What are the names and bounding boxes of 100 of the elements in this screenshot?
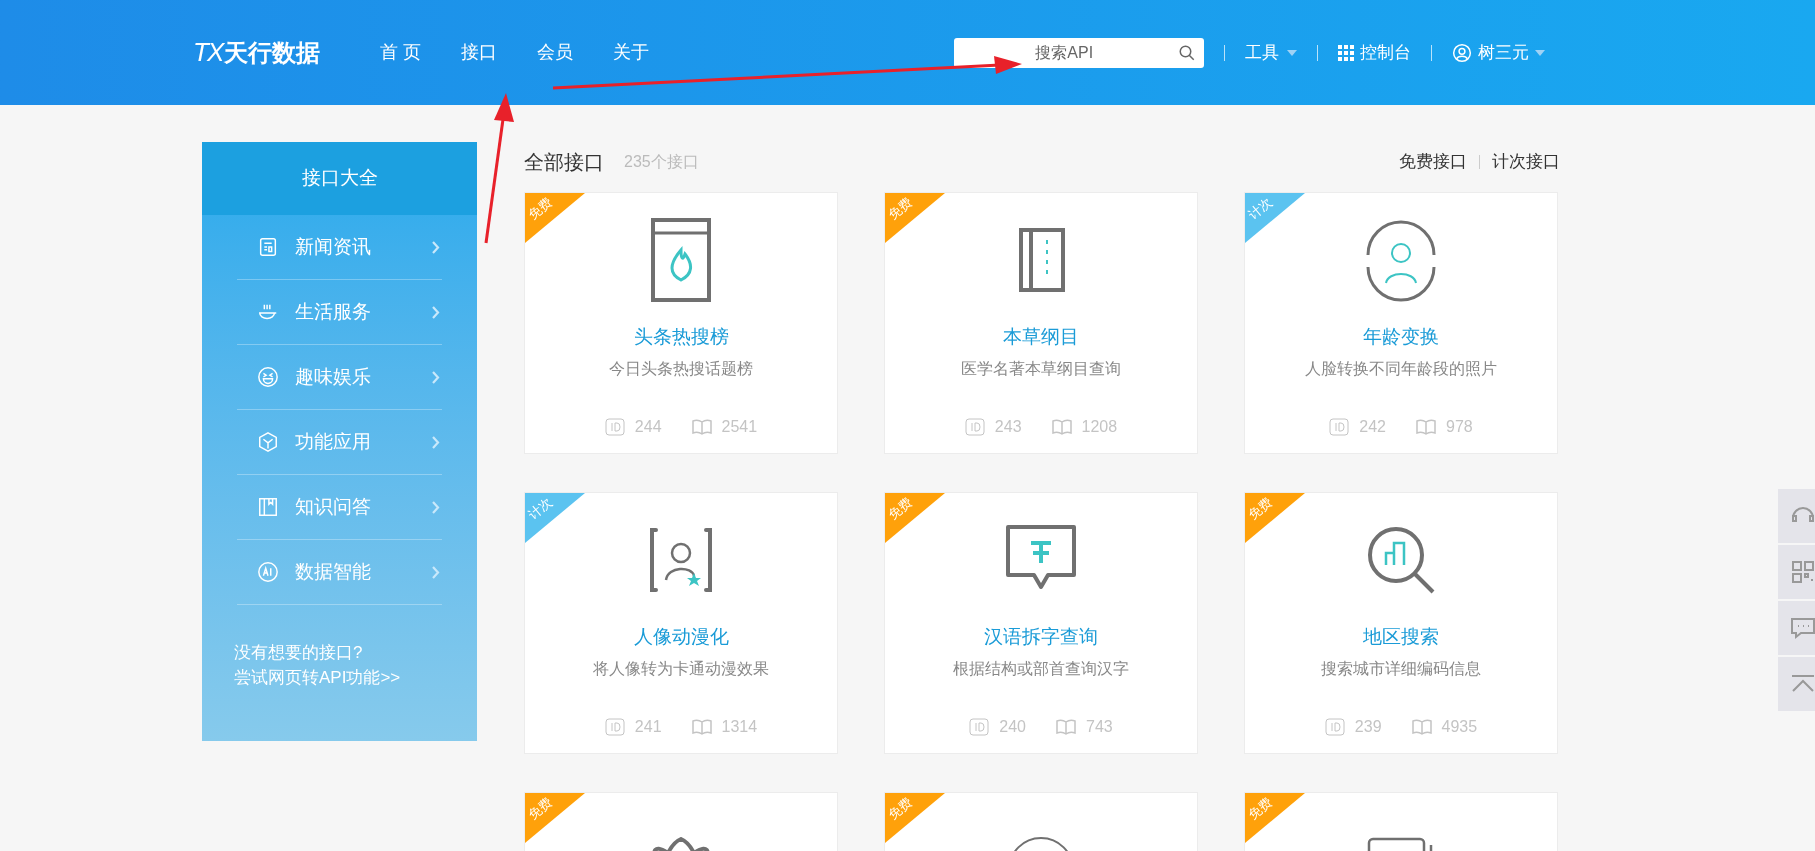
api-card[interactable]: 免费	[884, 792, 1198, 851]
api-id: 242	[1359, 417, 1386, 437]
tools-menu[interactable]: 工具	[1245, 39, 1298, 66]
open-book-icon	[691, 419, 712, 435]
chat-bubble-icon	[1789, 616, 1815, 640]
caret-icon	[1287, 49, 1298, 56]
open-book-icon	[1051, 419, 1072, 435]
view-count: 4935	[1441, 717, 1478, 737]
tag-label: 免费	[525, 795, 555, 822]
category-item[interactable]: 知识问答	[237, 475, 442, 540]
ai-icon	[257, 561, 279, 583]
api-title[interactable]: 年龄变换	[1363, 323, 1439, 352]
sidebar-hint: 没有想要的接口?	[234, 642, 364, 664]
api-description: 根据结构或部首查询汉字	[953, 658, 1129, 679]
tag-label: 免费	[885, 495, 915, 522]
laughing-face-icon	[257, 366, 279, 388]
api-card[interactable]: 免费 地区搜索 搜索城市详细编码信息 239 4935	[1244, 492, 1558, 754]
api-description: 今日头条热搜话题榜	[609, 358, 753, 379]
view-count: 2541	[721, 417, 758, 437]
api-description: 医学名著本草纲目查询	[961, 358, 1121, 379]
tag-label: 免费	[525, 195, 555, 222]
api-card[interactable]: 计次 年龄变换 人脸转换不同年龄段的照片 242 978	[1244, 192, 1558, 454]
api-id: 240	[999, 717, 1026, 737]
open-book-icon	[691, 719, 712, 735]
chat-button[interactable]	[1778, 601, 1815, 655]
nav-link[interactable]: 关于	[613, 39, 650, 66]
sidebar-title: 接口大全	[301, 166, 378, 191]
console-link[interactable]: 控制台	[1338, 39, 1412, 66]
section-title: 全部接口	[524, 150, 604, 175]
convert-link[interactable]: 尝试网页转API功能>>	[234, 665, 477, 690]
book-icon	[257, 496, 279, 518]
api-title[interactable]: 汉语拆字查询	[984, 623, 1098, 652]
api-id: 244	[634, 417, 662, 437]
category-item[interactable]: 数据智能	[237, 540, 442, 605]
logo-mark[interactable]: TX	[193, 33, 223, 72]
api-description: 搜索城市详细编码信息	[1321, 658, 1481, 679]
tag-label: 免费	[1245, 495, 1275, 522]
api-id: 243	[994, 417, 1022, 437]
nav-link[interactable]: 接口	[461, 39, 498, 66]
category-item[interactable]: 趣味娱乐	[237, 345, 442, 410]
open-book-icon	[1416, 419, 1436, 435]
caret-icon	[1535, 49, 1546, 56]
view-count: 1208	[1081, 417, 1118, 437]
cube-icon	[257, 431, 279, 453]
search-field[interactable]: 搜索API	[954, 37, 1205, 68]
api-card[interactable]: 计次 人像动漫化 将人像转为卡通动漫效果 241 1314	[524, 492, 838, 754]
api-title[interactable]: 地区搜索	[1363, 623, 1439, 652]
newspaper-icon	[257, 236, 279, 258]
support-button[interactable]	[1778, 489, 1815, 543]
chevron-right-icon	[432, 500, 440, 514]
arrow-up-icon	[1789, 674, 1815, 694]
api-id: 241	[634, 717, 662, 737]
category-item[interactable]: 生活服务	[237, 280, 442, 345]
id-icon	[604, 418, 625, 436]
view-count: 978	[1446, 417, 1473, 437]
user-icon	[1452, 42, 1473, 63]
chevron-right-icon	[432, 240, 440, 254]
tag-label: 免费	[885, 795, 915, 822]
chevron-right-icon	[432, 305, 440, 319]
user-menu[interactable]: 树三元	[1452, 39, 1546, 66]
filter-link[interactable]: 计次接口	[1492, 149, 1560, 175]
api-card[interactable]: 免费	[1244, 792, 1558, 851]
category-item[interactable]: 功能应用	[237, 410, 442, 475]
open-book-icon	[1056, 719, 1076, 735]
tag-label: 计次	[1245, 195, 1275, 222]
id-icon	[964, 418, 985, 436]
back-to-top-button[interactable]	[1778, 657, 1815, 711]
api-card[interactable]: 免费 汉语拆字查询 根据结构或部首查询汉字 240 743	[884, 492, 1198, 754]
nav-link[interactable]: 首 页	[380, 39, 422, 66]
api-title[interactable]: 人像动漫化	[633, 623, 729, 652]
qr-code-icon	[1791, 560, 1815, 584]
chevron-right-icon	[432, 370, 440, 384]
view-count: 743	[1086, 717, 1113, 737]
grid-icon	[1338, 44, 1355, 61]
api-card[interactable]: 免费 头条热搜榜 今日头条热搜话题榜 244 2541	[524, 192, 838, 454]
filter-link[interactable]: 免费接口	[1399, 149, 1467, 175]
id-icon	[604, 718, 625, 736]
logo-text[interactable]: 天行数据	[224, 34, 321, 71]
view-count: 1314	[721, 717, 758, 737]
tag-label: 免费	[1245, 795, 1275, 822]
api-card[interactable]: 免费 本草纲目 医学名著本草纲目查询 243 1208	[884, 192, 1198, 454]
chevron-right-icon	[432, 435, 440, 449]
id-icon	[1329, 418, 1350, 436]
id-icon	[969, 718, 990, 736]
api-id: 239	[1354, 717, 1382, 737]
category-item[interactable]: 新闻资讯	[237, 215, 442, 280]
api-description: 人脸转换不同年龄段的照片	[1305, 358, 1497, 379]
api-title[interactable]: 头条热搜榜	[633, 323, 729, 352]
api-title[interactable]: 本草纲目	[1003, 323, 1079, 352]
tag-label: 计次	[525, 495, 555, 522]
qr-code-button[interactable]	[1778, 545, 1815, 599]
open-book-icon	[1411, 719, 1432, 735]
chevron-right-icon	[432, 565, 440, 579]
tag-label: 免费	[885, 195, 915, 222]
api-card[interactable]: 免费	[524, 792, 838, 851]
api-description: 将人像转为卡通动漫效果	[593, 658, 769, 679]
id-icon	[1324, 718, 1345, 736]
api-count: 235个接口	[624, 152, 699, 172]
search-icon[interactable]	[1178, 43, 1197, 62]
nav-link[interactable]: 会员	[537, 39, 574, 66]
